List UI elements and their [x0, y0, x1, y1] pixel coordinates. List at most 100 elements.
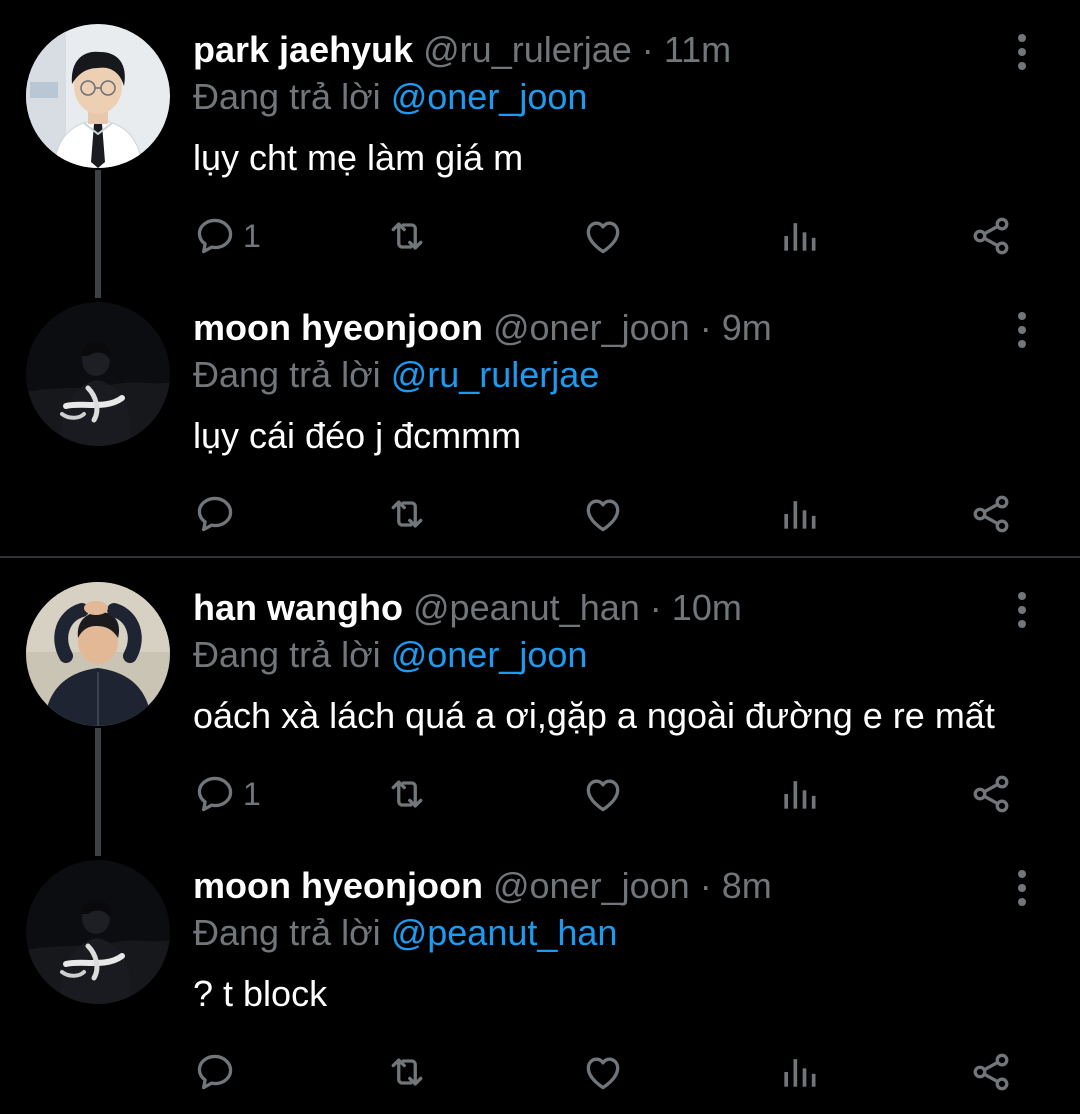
share-icon — [969, 492, 1013, 536]
retweet-icon — [385, 214, 429, 258]
share-icon — [969, 1050, 1013, 1094]
replying-to: Đang trả lời @oner_joon — [193, 633, 587, 677]
user-handle[interactable]: @ru_rulerjae — [423, 29, 632, 70]
like-button[interactable] — [581, 1046, 625, 1098]
replying-to-mention[interactable]: @oner_joon — [391, 76, 588, 117]
tweet[interactable]: moon hyeonjoon @oner_joon · 8m Đang trả … — [0, 836, 1080, 1114]
more-options-button[interactable] — [1004, 310, 1040, 350]
retweet-button[interactable] — [385, 210, 429, 262]
tweet-text: oách xà lách quá a ơi,gặp a ngoài đường … — [193, 695, 995, 736]
replying-to-mention[interactable]: @peanut_han — [391, 912, 618, 953]
user-handle[interactable]: @peanut_han — [413, 587, 640, 628]
avatar[interactable] — [26, 582, 170, 726]
separator-dot: · — [649, 587, 662, 628]
retweet-button[interactable] — [385, 768, 429, 820]
reply-button[interactable]: 1 — [193, 210, 261, 262]
tweet-actions: 1 — [193, 210, 1023, 262]
like-icon — [581, 214, 625, 258]
tweet-header: han wangho @peanut_han · 10m — [193, 586, 742, 630]
reply-button[interactable] — [193, 488, 243, 540]
retweet-button[interactable] — [385, 488, 429, 540]
avatar-night-photo-image — [26, 302, 170, 446]
views-button[interactable] — [777, 210, 821, 262]
user-handle[interactable]: @oner_joon — [493, 307, 690, 348]
avatar-night-photo-image — [26, 860, 170, 1004]
user-handle[interactable]: @oner_joon — [493, 865, 690, 906]
replying-to-mention[interactable]: @oner_joon — [391, 634, 588, 675]
reply-icon — [193, 492, 237, 536]
tweet-actions — [193, 488, 1023, 540]
display-name[interactable]: park jaehyuk — [193, 29, 413, 70]
like-button[interactable] — [581, 488, 625, 540]
more-vertical-icon — [1016, 868, 1028, 908]
retweet-icon — [385, 492, 429, 536]
like-button[interactable] — [581, 768, 625, 820]
tweet[interactable]: moon hyeonjoon @oner_joon · 9m Đang trả … — [0, 278, 1080, 556]
tweet-header: moon hyeonjoon @oner_joon · 8m — [193, 864, 772, 908]
avatar[interactable] — [26, 860, 170, 1004]
reply-icon — [193, 214, 237, 258]
share-button[interactable] — [969, 488, 1013, 540]
like-icon — [581, 772, 625, 816]
reply-count: 1 — [243, 775, 261, 812]
reply-button[interactable] — [193, 1046, 243, 1098]
avatar[interactable] — [26, 24, 170, 168]
replying-label: Đang trả lời — [193, 354, 381, 395]
share-button[interactable] — [969, 210, 1013, 262]
separator-dot: · — [641, 29, 654, 70]
tweet-text: lụy cái đéo j đcmmm — [193, 415, 522, 456]
reply-count: 1 — [243, 217, 261, 254]
tweet-actions — [193, 1046, 1023, 1098]
display-name[interactable]: moon hyeonjoon — [193, 307, 483, 348]
timestamp[interactable]: 11m — [664, 29, 731, 70]
more-options-button[interactable] — [1004, 868, 1040, 908]
retweet-button[interactable] — [385, 1046, 429, 1098]
views-icon — [777, 772, 821, 816]
separator-dot: · — [699, 865, 712, 906]
tweet-header: moon hyeonjoon @oner_joon · 9m — [193, 306, 772, 350]
tweet-actions: 1 — [193, 768, 1023, 820]
like-icon — [581, 1050, 625, 1094]
avatar-office-man-image — [26, 24, 170, 168]
replying-to: Đang trả lời @peanut_han — [193, 911, 617, 955]
avatar-arms-up-image — [26, 582, 170, 726]
views-button[interactable] — [777, 1046, 821, 1098]
replying-label: Đang trả lời — [193, 912, 381, 953]
timestamp[interactable]: 9m — [722, 307, 772, 348]
like-icon — [581, 492, 625, 536]
thread: han wangho @peanut_han · 10m Đang trả lờ… — [0, 558, 1080, 1107]
separator-dot: · — [699, 307, 712, 348]
share-button[interactable] — [969, 1046, 1013, 1098]
views-button[interactable] — [777, 488, 821, 540]
share-icon — [969, 772, 1013, 816]
display-name[interactable]: moon hyeonjoon — [193, 865, 483, 906]
thread: park jaehyuk @ru_rulerjae · 11m Đang trả… — [0, 0, 1080, 556]
tweet[interactable]: han wangho @peanut_han · 10m Đang trả lờ… — [0, 558, 1080, 836]
more-vertical-icon — [1016, 32, 1028, 72]
more-vertical-icon — [1016, 310, 1028, 350]
tweet-text: ? t block — [193, 973, 328, 1014]
timestamp[interactable]: 10m — [672, 587, 742, 628]
avatar[interactable] — [26, 302, 170, 446]
more-options-button[interactable] — [1004, 590, 1040, 630]
tweet-header: park jaehyuk @ru_rulerjae · 11m — [193, 28, 731, 72]
views-icon — [777, 214, 821, 258]
tweet[interactable]: park jaehyuk @ru_rulerjae · 11m Đang trả… — [0, 0, 1080, 278]
replying-to-mention[interactable]: @ru_rulerjae — [391, 354, 600, 395]
share-button[interactable] — [969, 768, 1013, 820]
reply-button[interactable]: 1 — [193, 768, 261, 820]
replying-to: Đang trả lời @ru_rulerjae — [193, 353, 599, 397]
views-icon — [777, 492, 821, 536]
views-button[interactable] — [777, 768, 821, 820]
more-vertical-icon — [1016, 590, 1028, 630]
like-button[interactable] — [581, 210, 625, 262]
replying-to: Đang trả lời @oner_joon — [193, 75, 587, 119]
reply-icon — [193, 772, 237, 816]
more-options-button[interactable] — [1004, 32, 1040, 72]
timestamp[interactable]: 8m — [722, 865, 772, 906]
share-icon — [969, 214, 1013, 258]
display-name[interactable]: han wangho — [193, 587, 403, 628]
tweet-text: lụy cht mẹ làm giá m — [193, 137, 524, 178]
replying-label: Đang trả lời — [193, 634, 381, 675]
replying-label: Đang trả lời — [193, 76, 381, 117]
